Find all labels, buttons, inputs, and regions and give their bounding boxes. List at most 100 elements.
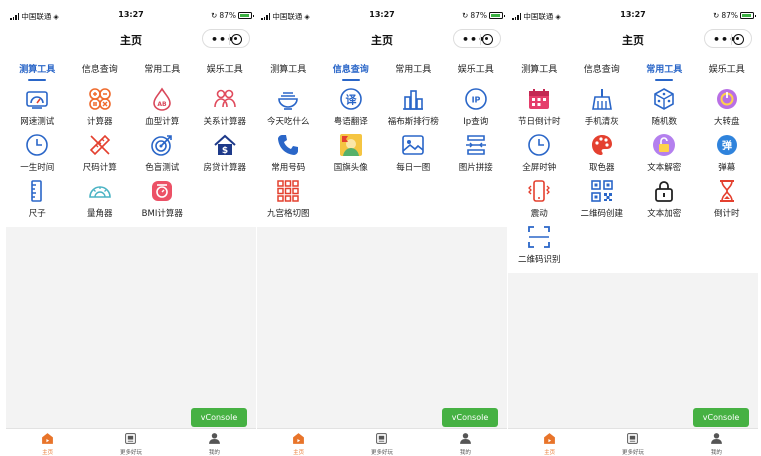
battery-info: ↻ 87% bbox=[713, 11, 756, 20]
user-icon bbox=[710, 432, 723, 447]
tool-item[interactable]: IP Ip查询 bbox=[445, 83, 508, 129]
tool-item[interactable]: 网速测试 bbox=[6, 83, 69, 129]
nine-grid-icon bbox=[275, 178, 301, 204]
tool-item[interactable]: 二维码创建 bbox=[571, 175, 634, 221]
tool-item[interactable]: 倒计时 bbox=[696, 175, 759, 221]
battery-icon bbox=[489, 12, 505, 19]
tabbar-home[interactable]: 主页 bbox=[6, 429, 89, 456]
danmaku-icon: 弹 bbox=[714, 132, 740, 158]
tool-item[interactable]: 量角器 bbox=[69, 175, 132, 221]
capsule-divider bbox=[229, 34, 230, 45]
tabbar-label: 主页 bbox=[42, 450, 54, 456]
tab-calc-tools[interactable]: 测算工具 bbox=[257, 54, 320, 83]
tool-item[interactable]: 震动 bbox=[508, 175, 571, 221]
tool-item[interactable]: 随机数 bbox=[633, 83, 696, 129]
category-tabs: 测算工具 信息查询 常用工具 娱乐工具 bbox=[508, 54, 758, 83]
battery-percent: 87% bbox=[721, 11, 738, 20]
vconsole-button[interactable]: vConsole bbox=[693, 408, 749, 427]
tool-item[interactable]: 福布斯排行榜 bbox=[382, 83, 445, 129]
pencil-ruler-icon bbox=[87, 132, 113, 158]
tab-common-tools[interactable]: 常用工具 bbox=[633, 54, 696, 83]
tool-item[interactable]: 大转盘 bbox=[696, 83, 759, 129]
tool-item[interactable]: 九宫格切图 bbox=[257, 175, 320, 221]
tool-item[interactable]: 手机清灰 bbox=[571, 83, 634, 129]
tool-item[interactable]: 常用号码 bbox=[257, 129, 320, 175]
tab-fun-tools[interactable]: 娱乐工具 bbox=[445, 54, 508, 83]
tab-common-tools[interactable]: 常用工具 bbox=[131, 54, 194, 83]
tool-item[interactable]: 二维码识别 bbox=[508, 221, 571, 267]
tabbar-me[interactable]: 我的 bbox=[675, 429, 758, 456]
tab-fun-tools[interactable]: 娱乐工具 bbox=[696, 54, 759, 83]
vconsole-button[interactable]: vConsole bbox=[191, 408, 247, 427]
tool-item[interactable]: 一生时间 bbox=[6, 129, 69, 175]
speedometer-icon bbox=[24, 86, 50, 112]
tab-info-query[interactable]: 信息查询 bbox=[69, 54, 132, 83]
tool-label: 二维码创建 bbox=[580, 209, 623, 219]
tool-item[interactable]: 今天吃什么 bbox=[257, 83, 320, 129]
tab-info-query[interactable]: 信息查询 bbox=[320, 54, 383, 83]
tab-calc-tools[interactable]: 测算工具 bbox=[508, 54, 571, 83]
tab-fun-tools[interactable]: 娱乐工具 bbox=[194, 54, 257, 83]
close-target-icon[interactable] bbox=[231, 34, 242, 45]
tool-grid: 今天吃什么译粤语翻译 福布斯排行榜 IP Ip查询常用号码 国旗头像 每日一图 图片拼接九宫… bbox=[257, 83, 507, 227]
tabbar-more[interactable]: 更多好玩 bbox=[89, 429, 172, 456]
phone-screen-common-tools: 中国联通 ◈ 13:27 ↻ 87% 主页 ••• 测算工具 信息查询 常用工具 娱乐工具 节日倒计时… bbox=[508, 6, 758, 456]
status-bar: 中国联通 ◈ 13:27 ↻ 87% bbox=[6, 6, 256, 24]
user-icon bbox=[459, 432, 472, 447]
tab-common-tools[interactable]: 常用工具 bbox=[382, 54, 445, 83]
screenshot-composite: 中国联通 ◈ 13:27 ↻ 87% 主页 ••• 测算工具 信息查询 常用工具 娱乐工具 网速测试计… bbox=[0, 0, 761, 456]
clock-icon bbox=[526, 132, 552, 158]
category-tabs: 测算工具 信息查询 常用工具 娱乐工具 bbox=[257, 54, 507, 83]
tab-calc-tools[interactable]: 测算工具 bbox=[6, 54, 69, 83]
tool-item[interactable]: BMI计算器 bbox=[131, 175, 194, 221]
tabbar-label: 我的 bbox=[459, 450, 471, 456]
tab-info-query[interactable]: 信息查询 bbox=[571, 54, 634, 83]
bowl-icon bbox=[275, 86, 301, 112]
close-target-icon[interactable] bbox=[733, 34, 744, 45]
tool-item[interactable]: 全屏时钟 bbox=[508, 129, 571, 175]
hourglass-icon bbox=[714, 178, 740, 204]
tool-item[interactable]: 尺码计算 bbox=[69, 129, 132, 175]
tool-item[interactable]: 译粤语翻译 bbox=[320, 83, 383, 129]
tabbar-me[interactable]: 我的 bbox=[424, 429, 507, 456]
tool-item[interactable]: 国旗头像 bbox=[320, 129, 383, 175]
tool-item[interactable]: 图片拼接 bbox=[445, 129, 508, 175]
tabbar-label: 主页 bbox=[293, 450, 305, 456]
tool-label: 量角器 bbox=[86, 209, 113, 219]
tool-label: 九宫格切图 bbox=[266, 209, 310, 219]
tool-label: 随机数 bbox=[651, 117, 677, 127]
tool-item[interactable]: 色盲测试 bbox=[131, 129, 194, 175]
tool-item[interactable]: 计算器 bbox=[69, 83, 132, 129]
tabbar-home[interactable]: 主页 bbox=[508, 429, 591, 456]
more-icon bbox=[626, 432, 639, 447]
flag-avatar-icon bbox=[338, 132, 364, 158]
tabbar-home[interactable]: 主页 bbox=[257, 429, 340, 456]
tabbar-me[interactable]: 我的 bbox=[173, 429, 256, 456]
dice-icon bbox=[651, 86, 677, 112]
tool-item[interactable]: AB 血型计算 bbox=[131, 83, 194, 129]
tool-item[interactable]: 每日一图 bbox=[382, 129, 445, 175]
capsule-divider bbox=[731, 34, 732, 45]
bottom-tab-bar: 主页 更多好玩 我的 bbox=[257, 428, 507, 456]
tabbar-label: 我的 bbox=[710, 450, 722, 456]
vconsole-button[interactable]: vConsole bbox=[442, 408, 498, 427]
phone-screen-info-query: 中国联通 ◈ 13:27 ↻ 87% 主页 ••• 测算工具 信息查询 常用工具 娱乐工具 今天吃什么… bbox=[257, 6, 507, 456]
tool-item[interactable]: 尺子 bbox=[6, 175, 69, 221]
tool-item[interactable]: 节日倒计时 bbox=[508, 83, 571, 129]
tool-item[interactable]: 关系计算器 bbox=[194, 83, 257, 129]
tabbar-more[interactable]: 更多好玩 bbox=[340, 429, 423, 456]
svg-text:译: 译 bbox=[345, 94, 357, 107]
vibrate-icon bbox=[526, 178, 552, 204]
tool-item[interactable]: 文本加密 bbox=[633, 175, 696, 221]
tabbar-more[interactable]: 更多好玩 bbox=[591, 429, 674, 456]
tool-item[interactable]: $ 房贷计算器 bbox=[194, 129, 257, 175]
tool-item[interactable]: 文本解密 bbox=[633, 129, 696, 175]
tool-label: 关系计算器 bbox=[203, 117, 246, 127]
lock-icon bbox=[651, 178, 677, 204]
nav-bar: 主页 ••• bbox=[257, 24, 507, 54]
close-target-icon[interactable] bbox=[482, 34, 493, 45]
tool-item[interactable]: 弹弹幕 bbox=[696, 129, 759, 175]
people-icon bbox=[212, 86, 238, 112]
tool-label: 取色器 bbox=[588, 163, 615, 173]
tool-item[interactable]: 取色器 bbox=[571, 129, 634, 175]
